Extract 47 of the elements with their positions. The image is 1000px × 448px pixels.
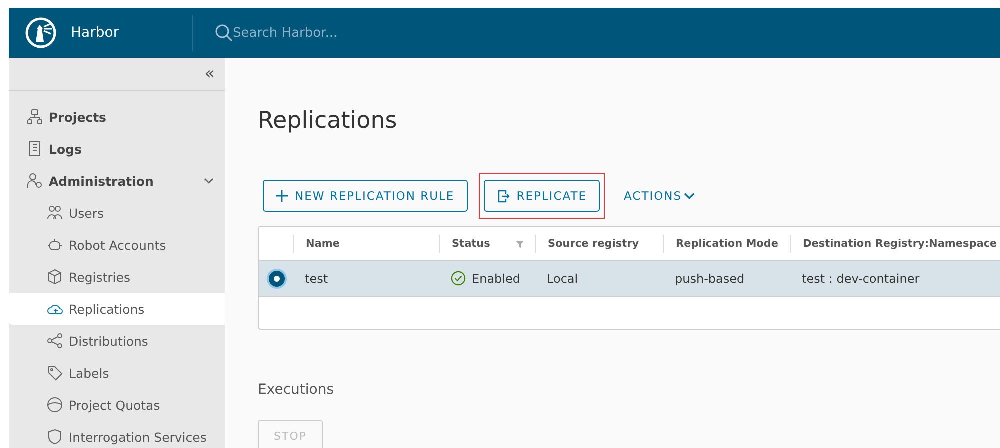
app-name: Harbor <box>71 25 120 41</box>
nav-icon <box>47 205 63 221</box>
table-row[interactable]: test Enabled Local push-based test : dev-container <box>259 261 1000 297</box>
table-cell: Enabled <box>472 272 520 286</box>
table-cell: test : dev-container <box>802 272 920 286</box>
column-header: Name <box>306 238 340 250</box>
nav-item[interactable]: Distributions <box>9 325 225 357</box>
nav-icon <box>27 173 43 189</box>
nav-icon <box>27 141 43 157</box>
nav-icon <box>47 269 63 285</box>
replicate-button[interactable]: REPLICATE <box>484 180 600 212</box>
export-icon <box>496 190 510 202</box>
search-field[interactable]: Search Harbor... <box>233 26 433 40</box>
table-cell: push-based <box>675 272 745 286</box>
nav-item[interactable]: Project Quotas <box>9 389 225 421</box>
nav-item[interactable]: Interrogation Services <box>9 421 225 448</box>
search-icon <box>215 24 233 42</box>
page-title: Replications <box>258 108 398 136</box>
section-title: Executions <box>258 382 335 400</box>
nav-item[interactable]: Replications <box>9 293 225 325</box>
check-circle-icon <box>451 271 466 286</box>
column-header: Destination Registry:Namespace <box>803 238 998 250</box>
radio-button[interactable] <box>269 270 285 286</box>
nav-icon <box>47 237 63 253</box>
nav-icon <box>27 109 43 125</box>
caret-icon <box>684 190 696 202</box>
column-header: Source registry <box>548 238 640 250</box>
nav-item[interactable]: Registries <box>9 261 225 293</box>
nav-icon <box>47 333 63 349</box>
nav-item[interactable]: Users <box>9 197 225 229</box>
nav-item[interactable]: Administration <box>9 165 225 197</box>
column-header: Replication Mode <box>676 238 778 250</box>
collapse-button[interactable]: « <box>204 66 215 82</box>
plus-icon <box>276 190 288 202</box>
table-cell: Local <box>547 272 578 286</box>
nav-icon <box>47 429 63 445</box>
nav-item[interactable]: Labels <box>9 357 225 389</box>
new-rule-button[interactable]: NEW REPLICATION RULE <box>263 180 468 212</box>
lighthouse-logo-icon <box>25 17 57 49</box>
nav-icon <box>47 397 63 413</box>
nav-icon <box>47 365 63 381</box>
nav-item[interactable]: Logs <box>9 133 225 165</box>
column-header: Status <box>452 238 490 250</box>
nav-item[interactable]: Projects <box>9 101 225 133</box>
table-cell: test <box>305 272 328 286</box>
actions-dropdown[interactable]: ACTIONS <box>616 180 704 212</box>
nav-item[interactable]: Robot Accounts <box>9 229 225 261</box>
